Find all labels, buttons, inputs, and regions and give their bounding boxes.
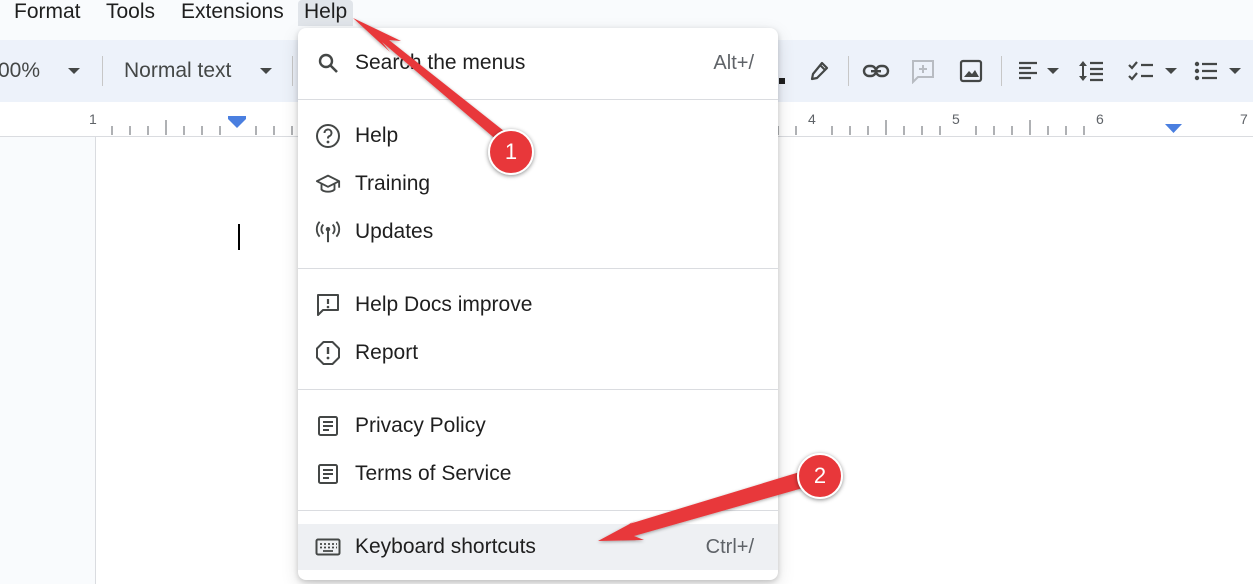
annotation-arrow-1	[353, 18, 514, 148]
annotation-badge-1: 1	[488, 129, 534, 175]
annotation-badge-2: 2	[797, 453, 843, 499]
annotation-overlay	[353, 18, 817, 541]
annotation-arrow-2	[598, 468, 817, 541]
